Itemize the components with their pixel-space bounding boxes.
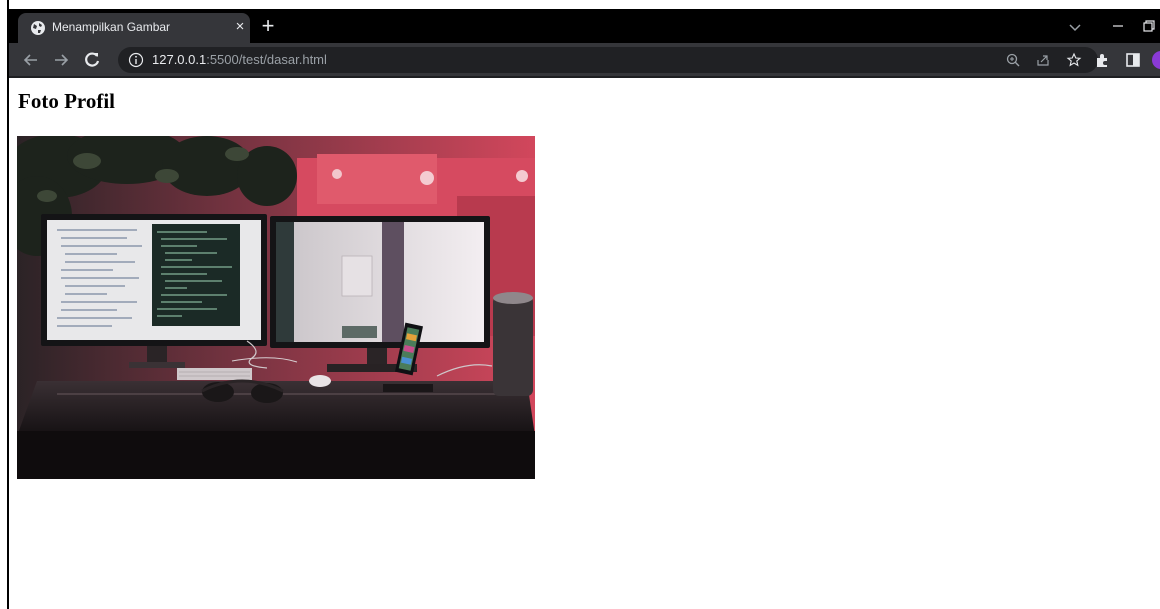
info-icon[interactable] — [128, 52, 144, 68]
minimize-icon[interactable] — [1109, 17, 1127, 35]
window-border — [7, 0, 9, 609]
tab-search-chevron-icon[interactable] — [1066, 18, 1084, 36]
side-panel-icon[interactable] — [1124, 51, 1142, 69]
share-icon[interactable] — [1035, 52, 1051, 68]
toolbar-divider — [9, 76, 1160, 78]
back-arrow-icon[interactable] — [21, 50, 41, 70]
page-heading: Foto Profil — [18, 89, 116, 113]
desk-setup-photo — [17, 136, 535, 479]
profile-avatar[interactable] — [1152, 51, 1160, 69]
tab-strip: Menampilkan Gambar × + — [9, 9, 1160, 43]
url-path: :5500/test/dasar.html — [206, 52, 327, 67]
reload-icon[interactable] — [82, 50, 102, 70]
extensions-puzzle-icon[interactable] — [1094, 51, 1112, 69]
restore-icon[interactable] — [1141, 18, 1157, 34]
url-text[interactable]: 127.0.0.1:5500/test/dasar.html — [152, 52, 327, 67]
browser-toolbar: 127.0.0.1:5500/test/dasar.html — [9, 43, 1160, 76]
address-bar[interactable]: 127.0.0.1:5500/test/dasar.html — [118, 47, 1098, 73]
new-tab-button[interactable]: + — [256, 15, 280, 39]
close-tab-icon[interactable]: × — [230, 17, 250, 37]
tab-title: Menampilkan Gambar — [52, 20, 171, 34]
globe-icon — [31, 21, 45, 35]
active-tab[interactable]: Menampilkan Gambar × — [18, 13, 250, 43]
zoom-icon[interactable] — [1005, 52, 1021, 68]
forward-arrow-icon[interactable] — [51, 50, 71, 70]
bookmark-star-icon[interactable] — [1066, 52, 1082, 68]
url-host: 127.0.0.1 — [152, 52, 207, 67]
